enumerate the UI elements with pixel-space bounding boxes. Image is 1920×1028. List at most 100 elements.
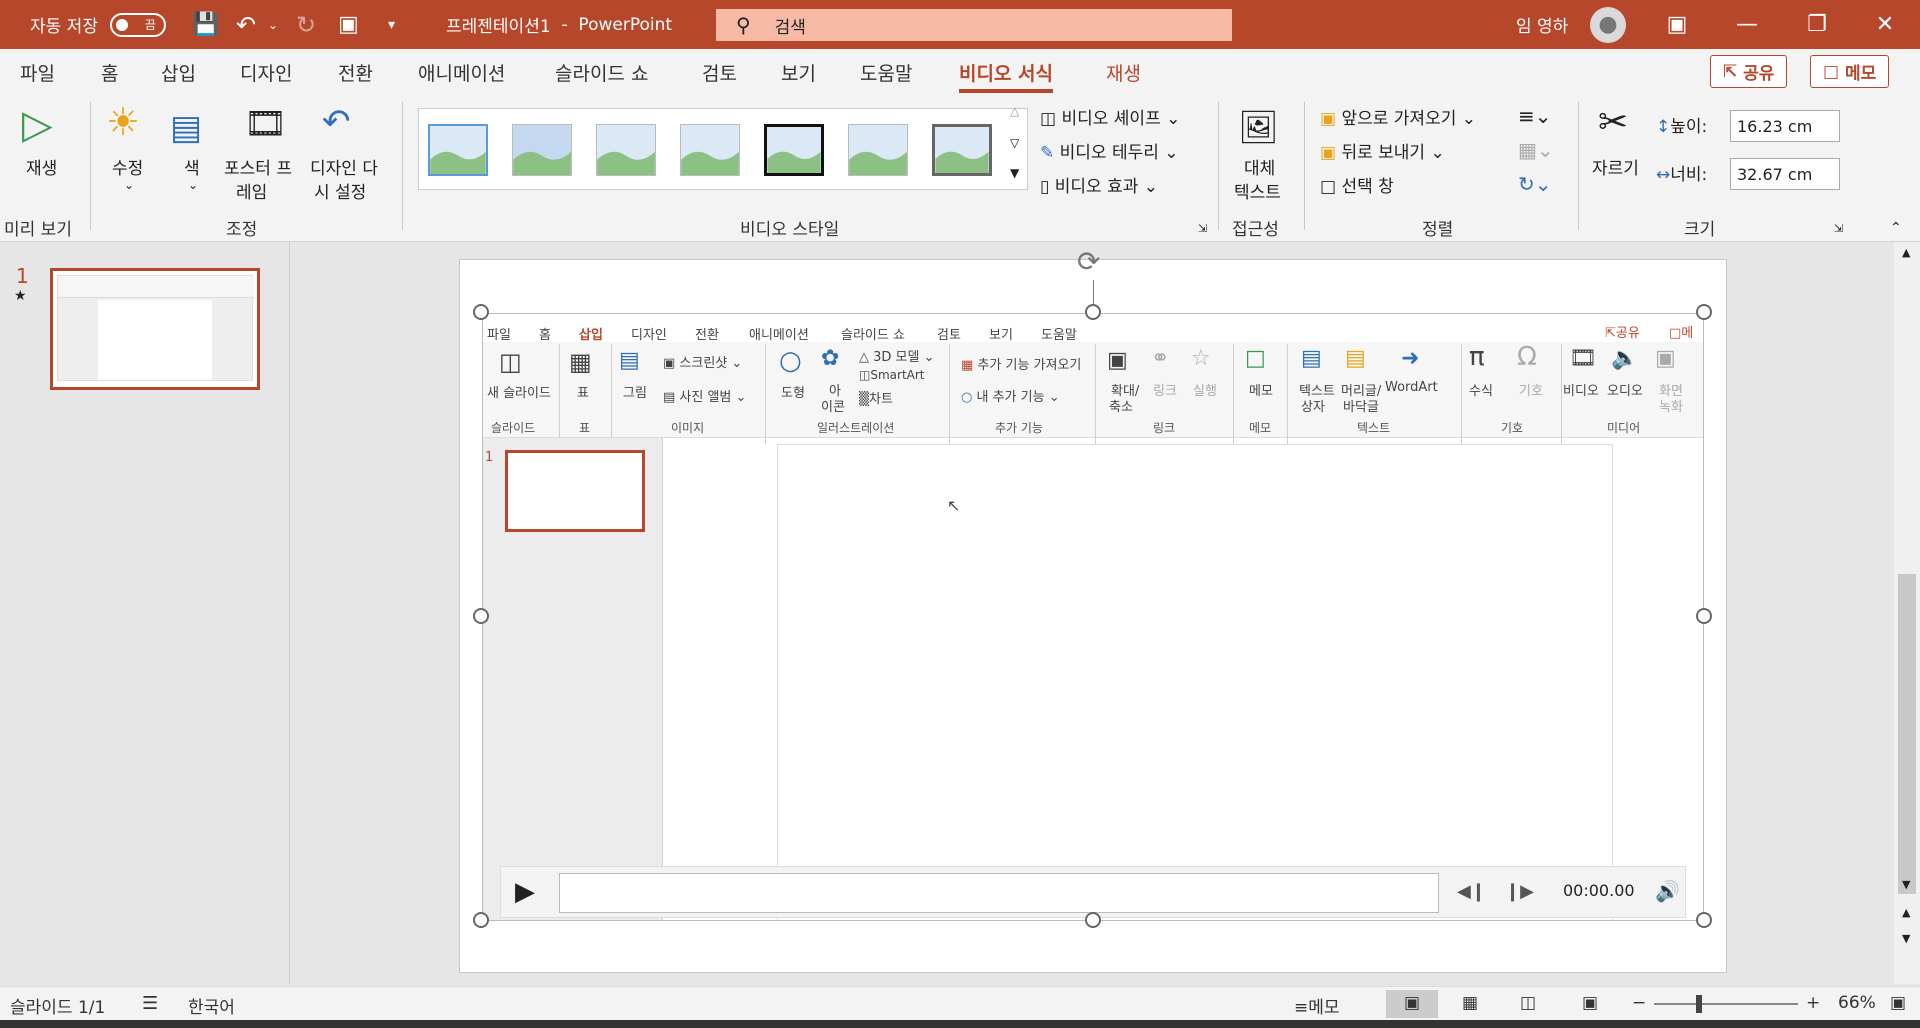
rotate-icon[interactable]: ↻⌄ [1518, 172, 1552, 196]
corrections-icon[interactable]: ☀ [106, 100, 140, 144]
volume-icon[interactable]: 🔊 [1655, 879, 1680, 903]
color-icon[interactable]: ▤ [170, 108, 202, 148]
user-name[interactable]: 임 영하 [1516, 0, 1568, 49]
play-button[interactable]: 재생 [26, 154, 57, 179]
send-backward-button[interactable]: ▣ 뒤로 보내기 ⌄ [1320, 138, 1445, 163]
chevron-down-icon[interactable]: ⌄ [124, 178, 134, 192]
video-effects-button[interactable]: ▯ 비디오 효과 ⌄ [1040, 172, 1158, 197]
dialog-launcher-icon[interactable]: ⇲ [1834, 222, 1843, 235]
normal-view-icon[interactable]: ▣ [1386, 990, 1438, 1018]
tab-review[interactable]: 검토 [702, 59, 737, 85]
zoom-out-icon[interactable]: − [1632, 993, 1646, 1013]
customize-qat-icon[interactable]: ▾ [388, 0, 395, 49]
save-icon[interactable]: 💾 [192, 0, 219, 49]
minimize-icon[interactable]: — [1712, 0, 1782, 49]
zoom-in-icon[interactable]: + [1806, 993, 1820, 1013]
alt-text-icon[interactable]: 🖼 [1238, 108, 1279, 146]
undo-icon[interactable]: ↶ [236, 0, 256, 49]
resize-handle-e[interactable] [1696, 608, 1712, 624]
collapse-ribbon-icon[interactable]: ⌃ [1890, 220, 1902, 236]
rotate-handle-icon[interactable]: ⟳ [1077, 245, 1100, 278]
video-style-4[interactable] [680, 124, 740, 176]
reading-view-icon[interactable]: ◫ [1520, 993, 1536, 1013]
height-input[interactable]: 16.23 cm [1730, 110, 1840, 142]
fit-slide-icon[interactable]: ▣ [1890, 993, 1906, 1013]
width-input[interactable]: 32.67 cm [1730, 158, 1840, 190]
scroll-down-icon[interactable]: ▼ [1902, 878, 1910, 891]
video-border-button[interactable]: ✎ 비디오 테두리 ⌄ [1040, 138, 1179, 163]
search-box[interactable]: ⚲ 검색 [716, 9, 1232, 41]
group-icon[interactable]: ▦⌄ [1518, 138, 1554, 162]
tab-view[interactable]: 보기 [781, 59, 816, 85]
video-object[interactable]: 파일 홈 삽입 디자인 전환 애니메이션 슬라이드 쇼 검토 보기 도움말 ⇱공… [482, 313, 1704, 921]
tab-file[interactable]: 파일 [20, 59, 55, 85]
avatar[interactable]: ● [1590, 6, 1626, 43]
scroll-up-icon[interactable]: ▲ [1902, 246, 1910, 259]
dialog-launcher-icon[interactable]: ⇲ [1198, 222, 1207, 235]
video-style-2[interactable] [512, 124, 572, 176]
language[interactable]: 한국어 [188, 993, 235, 1018]
ribbon-display-icon[interactable]: ▣ [1642, 0, 1712, 49]
selection-pane-button[interactable]: □ 선택 창 [1320, 172, 1394, 197]
slide-thumbnail[interactable] [50, 268, 260, 390]
step-back-icon[interactable]: ◀❙ [1457, 881, 1486, 902]
tab-transitions[interactable]: 전환 [338, 59, 373, 85]
timeline-scrubber[interactable] [559, 873, 1439, 913]
poster-frame-button[interactable]: 포스터 프 [224, 154, 292, 179]
tab-home[interactable]: 홈 [101, 59, 118, 85]
play-pause-icon[interactable]: ▶ [515, 877, 535, 907]
gallery-up-icon[interactable]: △ [1010, 104, 1019, 118]
alt-text-button[interactable]: 대체 [1244, 154, 1275, 179]
tab-insert[interactable]: 삽입 [161, 59, 196, 85]
video-style-3[interactable] [596, 124, 656, 176]
video-style-5[interactable] [764, 124, 824, 176]
gallery-more-icon[interactable]: ▼ [1010, 166, 1019, 180]
restore-icon[interactable]: ❐ [1782, 0, 1852, 49]
step-forward-icon[interactable]: ❙▶ [1505, 881, 1534, 902]
tab-animations[interactable]: 애니메이션 [418, 59, 505, 85]
zoom-slider-thumb[interactable] [1696, 995, 1702, 1013]
reset-design-button[interactable]: 디자인 다 [310, 154, 378, 179]
slide-sorter-icon[interactable]: ▦ [1462, 993, 1478, 1013]
close-icon[interactable]: ✕ [1850, 0, 1920, 49]
resize-handle-ne[interactable] [1696, 304, 1712, 320]
scroll-thumb[interactable] [1898, 574, 1916, 894]
tab-video-format[interactable]: 비디오 서식 [959, 59, 1054, 93]
zoom-level[interactable]: 66% [1838, 993, 1876, 1013]
present-icon[interactable]: ▣ [338, 0, 359, 49]
video-shape-button[interactable]: ◫ 비디오 셰이프 ⌄ [1040, 104, 1180, 129]
video-style-6[interactable] [848, 124, 908, 176]
crop-icon[interactable]: ✂ [1598, 102, 1628, 143]
reset-design-icon[interactable]: ↶ [322, 102, 351, 142]
autosave[interactable]: 자동 저장 끔 [30, 0, 166, 49]
vertical-scrollbar[interactable]: ▲ ▼ ▲ ▼ [1894, 242, 1920, 984]
autosave-toggle[interactable]: 끔 [109, 12, 166, 37]
bring-forward-button[interactable]: ▣ 앞으로 가져오기 ⌄ [1320, 104, 1476, 129]
resize-handle-sw[interactable] [473, 912, 489, 928]
resize-handle-w[interactable] [473, 608, 489, 624]
resize-handle-n[interactable] [1085, 304, 1101, 320]
chevron-down-icon[interactable]: ⌄ [188, 178, 198, 192]
tab-slideshow[interactable]: 슬라이드 쇼 [555, 59, 648, 85]
crop-button[interactable]: 자르기 [1592, 154, 1639, 179]
comments-button[interactable]: □ 메모 [1810, 55, 1890, 88]
play-icon[interactable]: ▷ [22, 102, 53, 148]
tab-playback[interactable]: 재생 [1106, 59, 1141, 85]
previous-slide-icon[interactable]: ▲ [1902, 906, 1910, 919]
gallery-down-icon[interactable]: ▽ [1010, 136, 1019, 150]
zoom-slider[interactable] [1654, 1003, 1798, 1005]
undo-dropdown-icon[interactable]: ⌄ [268, 0, 278, 49]
redo-icon[interactable]: ↻ [296, 0, 316, 49]
resize-handle-nw[interactable] [473, 304, 489, 320]
resize-handle-se[interactable] [1696, 912, 1712, 928]
video-style-7[interactable] [932, 124, 992, 176]
slideshow-icon[interactable]: ▣ [1582, 993, 1598, 1013]
poster-frame-icon[interactable]: 🎞 [244, 104, 287, 144]
align-icon[interactable]: ≡⌄ [1518, 104, 1552, 128]
tab-design[interactable]: 디자인 [240, 59, 292, 85]
next-slide-icon[interactable]: ▼ [1902, 932, 1910, 945]
video-style-1[interactable] [428, 124, 488, 176]
share-button[interactable]: ⇱ 공유 [1710, 55, 1788, 88]
corrections-button[interactable]: 수정 [112, 154, 143, 179]
accessibility-icon[interactable]: ☰ [142, 993, 158, 1014]
